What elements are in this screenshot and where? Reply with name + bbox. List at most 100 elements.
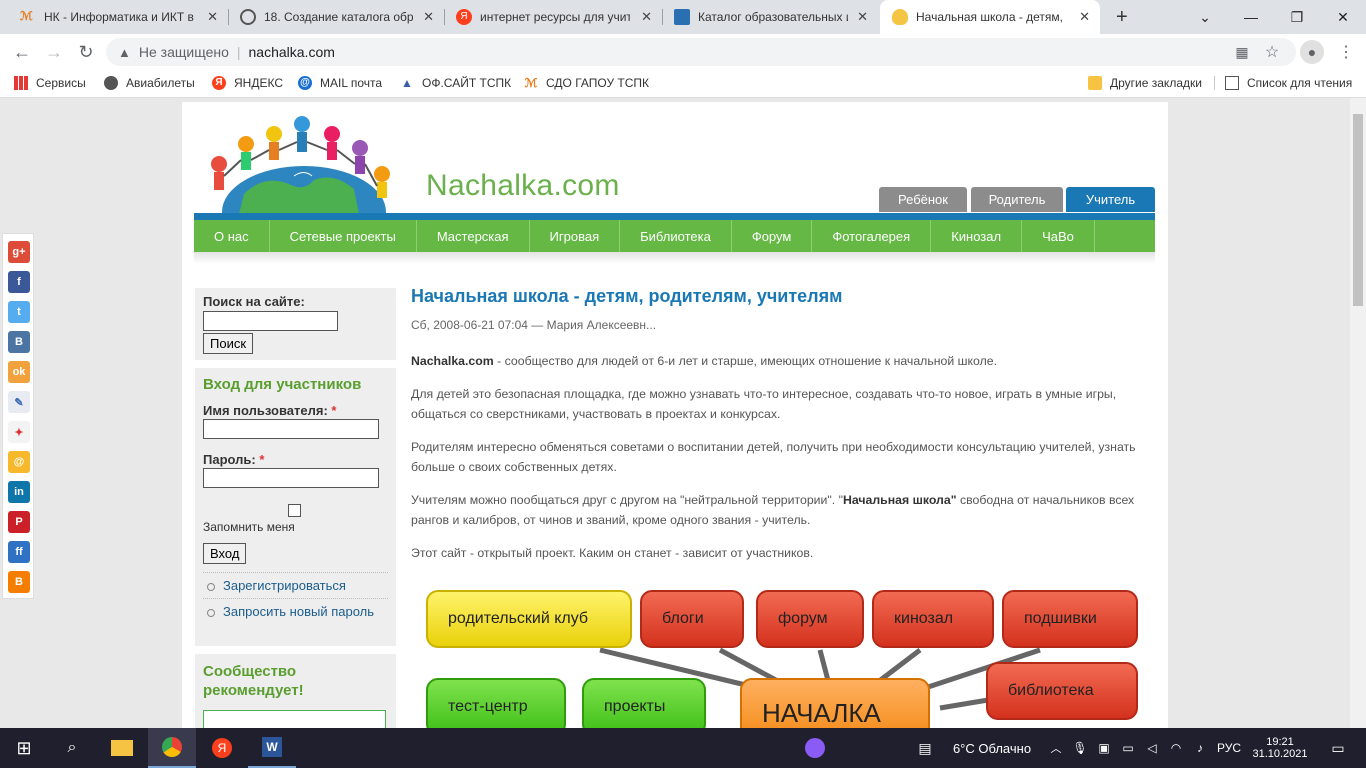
new-tab-button[interactable]: +: [1104, 0, 1134, 34]
file-explorer-icon[interactable]: [98, 728, 146, 768]
cloud-forum[interactable]: форум: [756, 590, 864, 648]
linkedin-icon[interactable]: in: [8, 481, 30, 503]
yandex-browser-icon[interactable]: Я: [198, 728, 246, 768]
vertical-scrollbar[interactable]: [1350, 98, 1366, 728]
minimize-icon[interactable]: —: [1228, 0, 1274, 34]
speaker-icon[interactable]: ◁: [1142, 728, 1162, 768]
back-icon[interactable]: ←: [10, 40, 34, 64]
other-bookmarks[interactable]: Другие закладки: [1088, 76, 1202, 90]
nav-network-projects[interactable]: Сетевые проекты: [270, 220, 417, 252]
pinterest-icon[interactable]: P: [8, 511, 30, 533]
news-icon[interactable]: ▤: [910, 728, 940, 768]
article-title[interactable]: Начальная школа - детям, родителям, учит…: [411, 286, 1146, 307]
tray-app-icon[interactable]: ▣: [1094, 728, 1114, 768]
tab-search-icon[interactable]: ⌄: [1182, 0, 1228, 34]
cloud-test-center[interactable]: тест-центр: [426, 678, 566, 728]
nav-workshop[interactable]: Мастерская: [417, 220, 530, 252]
reading-list[interactable]: Список для чтения: [1214, 76, 1352, 90]
twitter-icon[interactable]: t: [8, 301, 30, 323]
username-input[interactable]: [203, 419, 379, 439]
cloud-blogs[interactable]: блоги: [640, 590, 744, 648]
search-button[interactable]: Поиск: [203, 333, 254, 354]
windows-start-icon[interactable]: ⊞: [0, 728, 48, 768]
mailru-icon[interactable]: @: [8, 451, 30, 473]
search-input[interactable]: [203, 311, 338, 331]
browser-tab-active[interactable]: Начальная школа - детям, р ✕: [880, 0, 1100, 34]
browser-tab[interactable]: ℳ НК - Информатика и ИКТ в ✕: [8, 0, 228, 34]
microphone-icon[interactable]: 🎙: [1070, 728, 1090, 768]
search-icon[interactable]: ⌕: [48, 728, 96, 768]
community-banner[interactable]: [203, 710, 386, 728]
cloud-library[interactable]: библиотека: [986, 662, 1138, 720]
profile-icon[interactable]: ●: [1300, 40, 1324, 64]
close-icon[interactable]: ✕: [207, 9, 218, 25]
browser-tab[interactable]: Каталог образовательных и ✕: [662, 0, 878, 34]
vk-icon[interactable]: B: [8, 331, 30, 353]
cloud-archives[interactable]: подшивки: [1002, 590, 1138, 648]
menu-icon[interactable]: ⋮: [1334, 40, 1358, 64]
odnoklassniki-icon[interactable]: ok: [8, 361, 30, 383]
bookmarks-bar: Сервисы Авиабилеты Я ЯНДЕКС @ MAIL почта…: [0, 70, 1366, 98]
chrome-taskbar-icon[interactable]: [148, 728, 196, 768]
star-icon[interactable]: ☆: [1260, 40, 1284, 64]
weather-widget[interactable]: 6°C Облачно: [944, 728, 1040, 768]
browser-tab[interactable]: 18. Создание каталога обра ✕: [228, 0, 444, 34]
bookmark-mail[interactable]: @ MAIL почта: [298, 76, 382, 90]
nav-faq[interactable]: ЧаВо: [1022, 220, 1095, 252]
globe-icon: [240, 9, 256, 25]
alice-icon[interactable]: [800, 728, 830, 768]
nav-cinema[interactable]: Кинозал: [931, 220, 1023, 252]
url-input[interactable]: ▲ Не защищено | nachalka.com: [106, 38, 1296, 66]
browser-tab[interactable]: Я интернет ресурсы для учите ✕: [444, 0, 662, 34]
reload-icon[interactable]: ↻: [74, 40, 98, 64]
cloud-projects[interactable]: проекты: [582, 678, 706, 728]
close-icon[interactable]: ✕: [641, 9, 652, 25]
bookmark-tspk[interactable]: ▲ ОФ.САЙТ ТСПК: [400, 76, 511, 90]
google-plus-icon[interactable]: g+: [8, 241, 30, 263]
nav-photo-gallery[interactable]: Фотогалерея: [812, 220, 932, 252]
login-button[interactable]: Вход: [203, 543, 247, 564]
warning-icon[interactable]: ▲: [118, 45, 131, 60]
close-icon[interactable]: ✕: [1079, 9, 1090, 25]
bookmark-sdo[interactable]: ℳ СДО ГАПОУ ТСПК: [524, 76, 649, 90]
nav-games[interactable]: Игровая: [530, 220, 621, 252]
livejournal-icon[interactable]: ✎: [8, 391, 30, 413]
bookmark-services[interactable]: Сервисы: [14, 76, 86, 90]
article-meta: Сб, 2008-06-21 07:04 — Мария Алексеевн..…: [411, 318, 657, 332]
remember-checkbox[interactable]: [288, 504, 301, 517]
close-icon[interactable]: ✕: [423, 9, 434, 25]
close-window-icon[interactable]: ✕: [1320, 0, 1366, 34]
site-logo[interactable]: Nachalka.com: [194, 114, 619, 258]
facebook-icon[interactable]: f: [8, 271, 30, 293]
nav-about[interactable]: О нас: [194, 220, 270, 252]
password-input[interactable]: [203, 468, 379, 488]
forward-icon[interactable]: →: [42, 40, 66, 64]
volume-icon[interactable]: ♪: [1190, 728, 1210, 768]
cloud-cinema[interactable]: кинозал: [872, 590, 994, 648]
role-tab-teacher[interactable]: Учитель: [1066, 187, 1155, 212]
close-icon[interactable]: ✕: [857, 9, 868, 25]
cloud-nachalka[interactable]: НАЧАЛКА: [740, 678, 930, 728]
blogger-icon[interactable]: B: [8, 571, 30, 593]
bookmark-yandex[interactable]: Я ЯНДЕКС: [212, 76, 283, 90]
cloud-parents-club[interactable]: родительский клуб: [426, 590, 632, 648]
bookmark-aviatickets[interactable]: Авиабилеты: [104, 76, 195, 90]
register-link[interactable]: Зарегистрироваться: [203, 572, 388, 598]
qr-icon[interactable]: ▦: [1230, 40, 1254, 64]
new-password-link[interactable]: Запросить новый пароль: [203, 598, 388, 624]
clock[interactable]: 19:21 31.10.2021: [1248, 728, 1312, 768]
role-tab-parent[interactable]: Родитель: [971, 187, 1063, 212]
chevron-up-icon[interactable]: ︿: [1046, 728, 1066, 768]
nav-library[interactable]: Библиотека: [620, 220, 732, 252]
moikrug-icon[interactable]: ✦: [8, 421, 30, 443]
scrollbar-thumb[interactable]: [1353, 114, 1363, 306]
nav-forum[interactable]: Форум: [732, 220, 813, 252]
notifications-icon[interactable]: ▭: [1318, 728, 1358, 768]
language-indicator[interactable]: РУС: [1214, 728, 1244, 768]
battery-icon[interactable]: ▭: [1118, 728, 1138, 768]
restore-icon[interactable]: ❐: [1274, 0, 1320, 34]
word-icon[interactable]: W: [248, 728, 296, 768]
role-tab-child[interactable]: Ребёнок: [879, 187, 967, 212]
network-icon[interactable]: ◠: [1166, 728, 1186, 768]
friendfeed-icon[interactable]: ff: [8, 541, 30, 563]
